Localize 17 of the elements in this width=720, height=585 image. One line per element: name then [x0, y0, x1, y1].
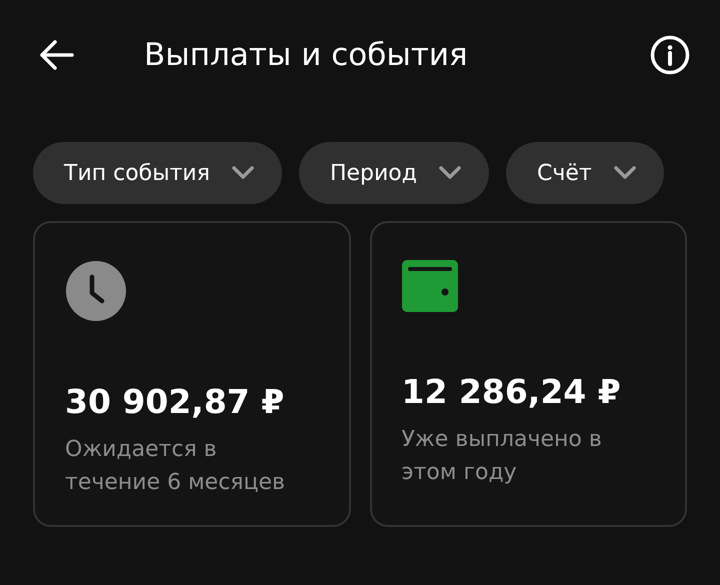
- filter-dropdown[interactable]: Период: [298, 142, 489, 204]
- description-text: Ожидается в течение 6 месяцев: [65, 436, 286, 496]
- amount-text: 30 902,87 ₽: [65, 381, 286, 423]
- filter-dropdown[interactable]: Тип события: [33, 142, 282, 204]
- chevron-down-icon: [614, 166, 636, 180]
- filter-dropdown[interactable]: Счёт: [506, 142, 664, 204]
- chevron-down-icon: [232, 166, 254, 180]
- description-text: Уже выплачено в этом году: [402, 426, 603, 486]
- page-title: Выплаты и события: [144, 36, 468, 75]
- wallet-icon: [402, 260, 458, 312]
- summary-card[interactable]: 12 286,24 ₽ Уже выплачено в этом году: [370, 221, 687, 527]
- clock-icon: [65, 260, 127, 322]
- summary-card[interactable]: 30 902,87 ₽ Ожидается в течение 6 месяцев: [33, 221, 350, 527]
- chevron-down-icon: [438, 166, 461, 180]
- amount-text: 12 286,24 ₽: [402, 371, 622, 413]
- back-arrow-icon[interactable]: [38, 39, 74, 71]
- info-icon[interactable]: [650, 35, 690, 75]
